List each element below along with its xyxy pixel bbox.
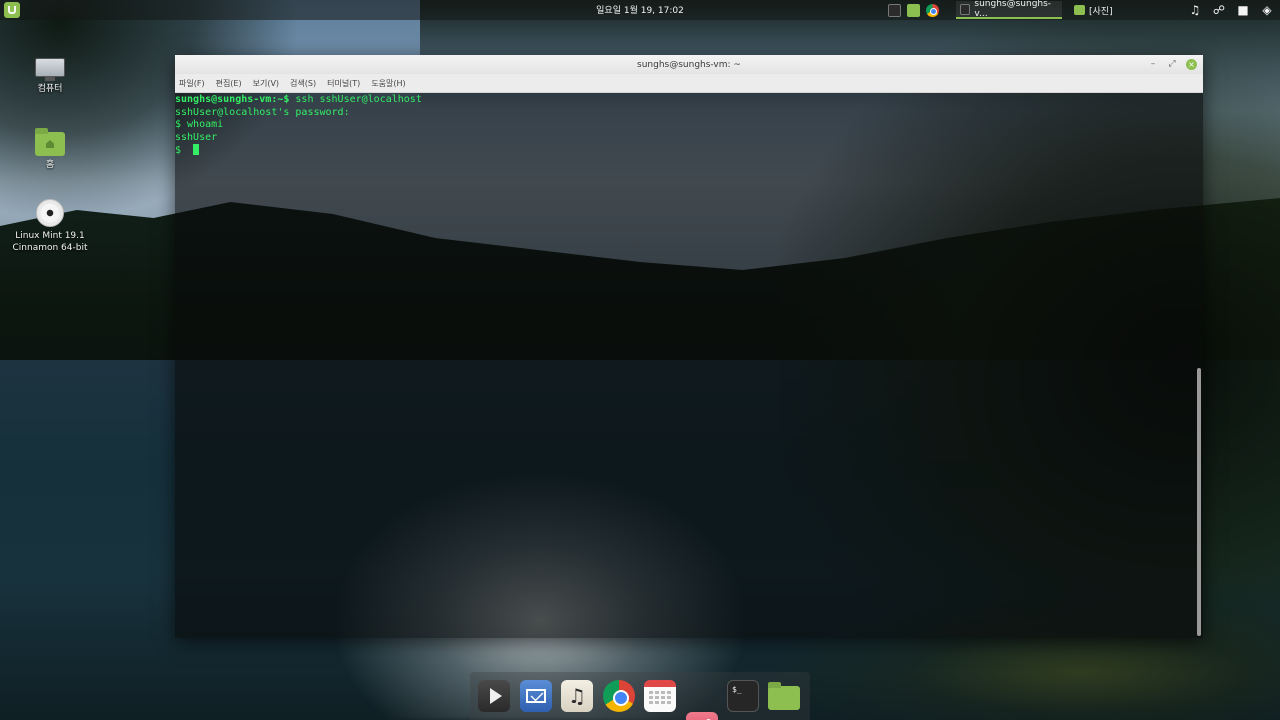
panel-launchers [888, 2, 939, 18]
terminal-icon [960, 3, 971, 15]
trash-icon[interactable]: ■ [1236, 2, 1250, 18]
desktop-icon-computer[interactable]: 컴퓨터 [10, 58, 90, 95]
minimize-button[interactable]: – [1148, 58, 1158, 70]
files-launcher-icon[interactable] [907, 3, 920, 17]
disc-icon [36, 199, 64, 227]
network-icon[interactable]: ☍ [1212, 2, 1226, 18]
computer-icon [35, 58, 65, 81]
system-tray: ♫ ☍ ■ ◈ [1188, 2, 1274, 18]
taskbar-item-terminal[interactable]: sunghs@sunghs-v... [956, 0, 1062, 19]
menu-search[interactable]: 검색(S) [290, 78, 316, 89]
terminal-line: sshUser [175, 131, 218, 143]
mail-icon[interactable] [520, 680, 552, 712]
terminal-scrollbar[interactable] [1197, 368, 1201, 636]
close-button[interactable]: × [1186, 58, 1197, 70]
music-icon[interactable]: ♫ [561, 680, 593, 712]
terminal-menubar: 파일(F) 편집(E) 보기(V) 검색(S) 터미널(T) 도움말(H) [175, 74, 1203, 93]
mint-menu-icon[interactable] [4, 2, 20, 18]
menu-help[interactable]: 도움말(H) [371, 78, 405, 89]
desktop-icon-label: 컴퓨터 [37, 84, 63, 94]
window-title: sunghs@sunghs-vm: ~ [637, 59, 741, 70]
terminal-window: sunghs@sunghs-vm: ~ – ⤢ × 파일(F) 편집(E) 보기… [175, 55, 1203, 638]
home-folder-icon [35, 128, 65, 156]
dock: ♫ $_ [470, 672, 810, 720]
desktop-icon-label: 홈 [45, 160, 55, 170]
panel-clock[interactable]: 일요일 1월 19, 17:02 [560, 3, 720, 16]
media-player-icon[interactable] [478, 680, 510, 712]
window-titlebar[interactable]: sunghs@sunghs-vm: ~ – ⤢ × [175, 55, 1203, 74]
menu-view[interactable]: 보기(V) [253, 78, 279, 89]
menu-file[interactable]: 파일(F) [179, 78, 205, 89]
chrome-launcher-icon[interactable] [926, 3, 939, 17]
top-panel: 일요일 1월 19, 17:02 sunghs@sunghs-v... [사진]… [0, 0, 1280, 20]
terminal-text: sunghs@sunghs-vm:~$ ssh sshUser@localhos… [175, 94, 422, 158]
terminal-prompt: sunghs@sunghs-vm:~$ [175, 94, 290, 105]
terminal-prompt-user: $ [175, 145, 188, 157]
taskbar-item-label: sunghs@sunghs-v... [974, 0, 1052, 19]
maximize-button[interactable]: ⤢ [1167, 58, 1177, 70]
terminal-cursor [193, 144, 200, 156]
terminal-line: $ whoami [175, 119, 224, 131]
desktop-icon-mint-disc[interactable]: Linux Mint 19.1 Cinnamon 64-bit [10, 199, 90, 254]
desktop-icon-home[interactable]: 홈 [10, 128, 90, 171]
terminal-icon[interactable]: $_ [727, 680, 759, 712]
terminal-command: ssh sshUser@localhost [289, 94, 422, 105]
folder-icon [1074, 5, 1085, 15]
terminal-line: sunghs@sunghs-vm:~$ ssh sshUser@localhos… [175, 94, 422, 107]
music-note-icon[interactable]: ♫ [1188, 2, 1202, 18]
terminal-output[interactable]: sunghs@sunghs-vm:~$ ssh sshUser@localhos… [175, 93, 1203, 638]
menu-terminal[interactable]: 터미널(T) [327, 78, 360, 89]
chrome-icon[interactable] [603, 680, 635, 712]
taskbar-item-label: [사진] [1089, 6, 1113, 17]
terminal-line: $ [175, 144, 422, 158]
desktop-icon-label: Linux Mint 19.1 Cinnamon 64-bit [12, 231, 88, 253]
terminal-launcher-icon[interactable] [888, 3, 901, 17]
folder-icon[interactable] [768, 682, 800, 710]
photos-icon[interactable] [686, 712, 718, 720]
window-controls: – ⤢ × [1148, 58, 1197, 70]
terminal-line: sshUser@localhost's password: [175, 106, 350, 118]
taskbar-item-photos-folder[interactable]: [사진] [1070, 1, 1140, 19]
updates-shield-icon[interactable]: ◈ [1260, 2, 1274, 18]
menu-edit[interactable]: 편집(E) [216, 78, 242, 89]
calendar-icon[interactable] [644, 680, 676, 712]
